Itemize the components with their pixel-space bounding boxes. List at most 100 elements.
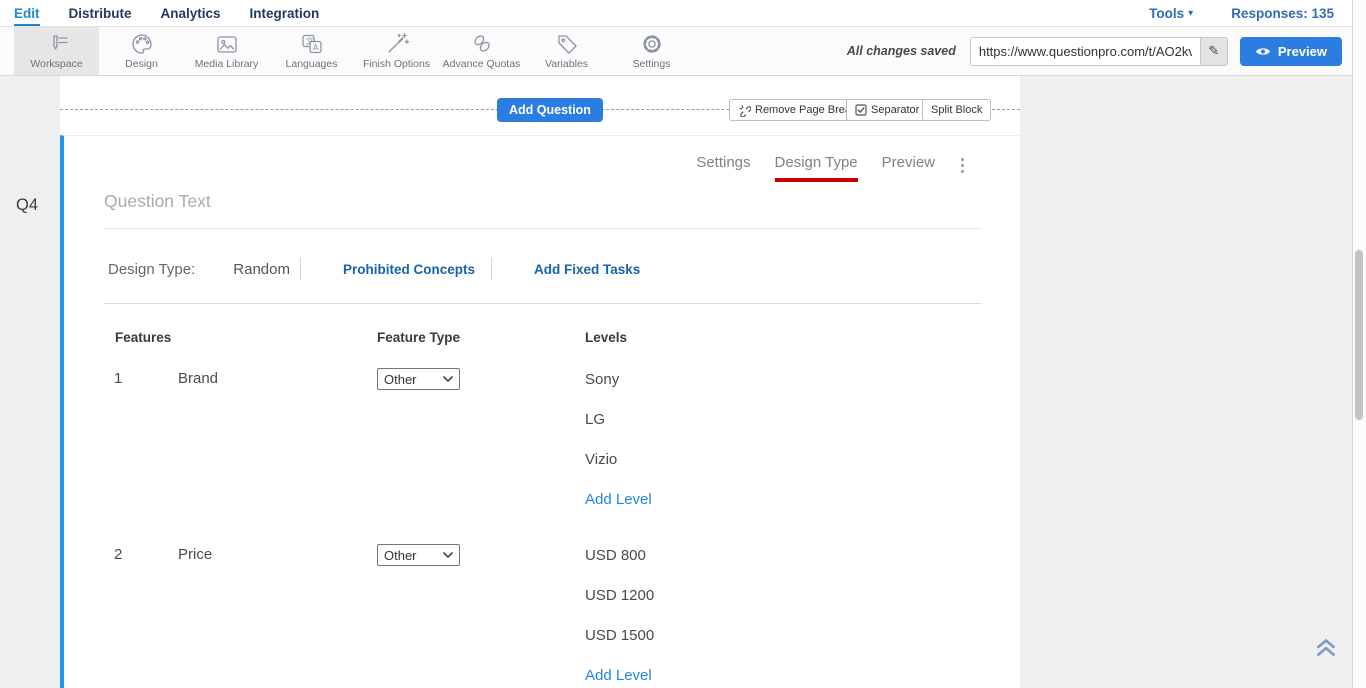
pencil-icon: ✎ [1208, 43, 1219, 59]
split-block-label: Split Block [931, 104, 982, 116]
header-levels: Levels [585, 330, 981, 345]
media-library-icon [215, 32, 239, 56]
translate-icon: 文 A [300, 32, 324, 56]
level-item[interactable]: Vizio [585, 439, 981, 479]
toolbar-item-label: Advance Quotas [443, 58, 521, 70]
palette-icon [130, 32, 154, 56]
toolbar-right: All changes saved ✎ Preview [847, 27, 1352, 75]
preview-label: Preview [1278, 44, 1327, 59]
toolbar-item-label: Workspace [30, 58, 82, 70]
tag-icon [555, 32, 579, 56]
tab-design-type[interactable]: Design Type [775, 154, 858, 182]
gear-icon [640, 32, 664, 56]
toolbar-item-workspace[interactable]: Workspace [14, 27, 99, 75]
survey-url-input[interactable] [971, 38, 1200, 65]
toolbar-item-advance-quotas[interactable]: Advance Quotas [439, 27, 524, 75]
toolbar-item-label: Settings [633, 58, 671, 70]
tab-settings[interactable]: Settings [696, 154, 750, 178]
chain-links-icon [470, 32, 494, 56]
add-question-button[interactable]: Add Question [497, 98, 603, 122]
feature-type-select[interactable]: Other [377, 544, 460, 566]
nav-item-edit[interactable]: Edit [14, 0, 40, 26]
feature-number: 2 [104, 535, 178, 575]
header-feature-type: Feature Type [377, 330, 585, 345]
feature-type-value: Other [384, 548, 417, 563]
scrollbar-track[interactable] [1352, 0, 1366, 688]
feature-type-value: Other [384, 372, 417, 387]
toolbar-item-label: Media Library [195, 58, 259, 70]
checkbox-checked-icon [855, 104, 867, 116]
divider [491, 258, 492, 280]
design-type-label: Design Type: [108, 261, 195, 278]
question-text-input[interactable] [104, 191, 981, 212]
divider [104, 303, 981, 304]
toolbar-item-languages[interactable]: 文 A Languages [269, 27, 354, 75]
nav-right: Tools ▾ Responses: 135 [1149, 0, 1352, 26]
chevron-down-icon [443, 552, 453, 558]
question-text-wrap [104, 191, 981, 229]
feature-type-select[interactable]: Other [377, 368, 460, 390]
features-table-header: Features Feature Type Levels [104, 330, 981, 345]
tools-menu[interactable]: Tools ▾ [1149, 6, 1193, 21]
magic-wand-icon [385, 32, 409, 56]
feature-name[interactable]: Price [178, 535, 377, 575]
level-item[interactable]: Sony [585, 359, 981, 399]
preview-button[interactable]: Preview [1240, 37, 1342, 66]
svg-text:A: A [313, 43, 319, 52]
level-item[interactable]: USD 1200 [585, 575, 981, 615]
question-menu-button[interactable] [959, 154, 968, 173]
split-block-button[interactable]: Split Block [922, 99, 991, 121]
nav-item-integration[interactable]: Integration [250, 0, 320, 26]
question-tabs: Settings Design Type Preview [64, 154, 968, 182]
design-type-value: Random [233, 261, 290, 278]
unlink-icon [738, 104, 751, 117]
tools-label: Tools [1149, 6, 1184, 21]
scroll-to-top-button[interactable] [1314, 636, 1338, 663]
save-status: All changes saved [847, 44, 956, 58]
chevron-down-icon: ▾ [1188, 8, 1193, 19]
feature-row: 2 Price Other USD 800 USD 1200 USD 1500 … [104, 535, 981, 688]
nav-item-analytics[interactable]: Analytics [161, 0, 221, 26]
toolbar-item-label: Variables [545, 58, 588, 70]
question-card: Settings Design Type Preview Design Type… [60, 135, 1020, 688]
responses-link[interactable]: Responses: 135 [1231, 6, 1334, 21]
toolbar-item-variables[interactable]: Variables [524, 27, 609, 75]
level-item[interactable]: LG [585, 399, 981, 439]
edit-url-button[interactable]: ✎ [1200, 38, 1227, 65]
toolbar-item-media-library[interactable]: Media Library [184, 27, 269, 75]
question-number: Q4 [16, 196, 38, 215]
header-features: Features [104, 330, 377, 345]
separator-button[interactable]: Separator [846, 99, 928, 121]
top-nav: Edit Distribute Analytics Integration To… [0, 0, 1352, 27]
chevron-down-icon [443, 376, 453, 382]
levels-list: Sony LG Vizio Add Level [585, 359, 981, 519]
workspace-icon [45, 32, 69, 56]
scrollbar-thumb[interactable] [1355, 250, 1363, 420]
toolbar-item-finish-options[interactable]: Finish Options [354, 27, 439, 75]
toolbar-item-settings[interactable]: Settings [609, 27, 694, 75]
add-level-link[interactable]: Add Level [585, 655, 981, 688]
nav-item-distribute[interactable]: Distribute [69, 0, 132, 26]
features-table: Features Feature Type Levels 1 Brand Oth… [104, 330, 981, 688]
add-fixed-tasks-link[interactable]: Add Fixed Tasks [534, 262, 640, 277]
prohibited-concepts-link[interactable]: Prohibited Concepts [343, 262, 475, 277]
level-item[interactable]: USD 800 [585, 535, 981, 575]
levels-list: USD 800 USD 1200 USD 1500 Add Level [585, 535, 981, 688]
add-level-link[interactable]: Add Level [585, 479, 981, 519]
divider [300, 258, 301, 280]
tab-preview[interactable]: Preview [882, 154, 935, 178]
toolbar-item-label: Design [125, 58, 158, 70]
feature-number: 1 [104, 359, 178, 399]
remove-page-break-label: Remove Page Break [755, 104, 857, 116]
toolbar-item-label: Languages [286, 58, 338, 70]
feature-name[interactable]: Brand [178, 359, 377, 399]
double-chevron-up-icon [1314, 636, 1338, 658]
toolbar-item-design[interactable]: Design [99, 27, 184, 75]
toolbar-item-label: Finish Options [363, 58, 430, 70]
level-item[interactable]: USD 1500 [585, 615, 981, 655]
feature-row: 1 Brand Other Sony LG Vizio Add Level [104, 359, 981, 519]
eye-icon [1255, 46, 1271, 57]
survey-url-box: ✎ [970, 37, 1228, 66]
separator-label: Separator [871, 104, 919, 116]
design-type-row: Design Type: Random Prohibited Concepts … [108, 258, 981, 280]
